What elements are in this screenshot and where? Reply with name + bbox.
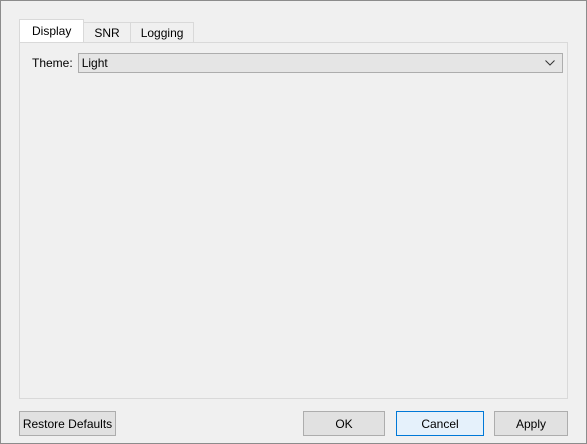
tab-snr[interactable]: SNR — [83, 22, 131, 42]
tab-snr-label: SNR — [94, 25, 120, 40]
tab-logging[interactable]: Logging — [129, 22, 195, 42]
theme-select-value: Light — [81, 56, 108, 70]
apply-button[interactable]: Apply — [494, 411, 568, 436]
cancel-button[interactable]: Cancel — [396, 411, 484, 436]
restore-defaults-button[interactable]: Restore Defaults — [19, 411, 116, 436]
chevron-down-icon — [544, 57, 556, 69]
display-tab-pane: Theme: Light — [19, 42, 568, 399]
theme-label: Theme: — [32, 56, 73, 70]
theme-row: Theme: Light — [32, 53, 563, 73]
theme-select[interactable]: Light — [77, 53, 563, 73]
tab-display-label: Display — [32, 24, 72, 38]
tab-bar: Display SNR Logging — [19, 19, 195, 42]
preferences-dialog: Display SNR Logging Theme: Light Restore… — [0, 0, 587, 444]
tab-logging-label: Logging — [140, 25, 184, 40]
ok-button[interactable]: OK — [303, 411, 385, 436]
tab-display[interactable]: Display — [19, 19, 85, 42]
